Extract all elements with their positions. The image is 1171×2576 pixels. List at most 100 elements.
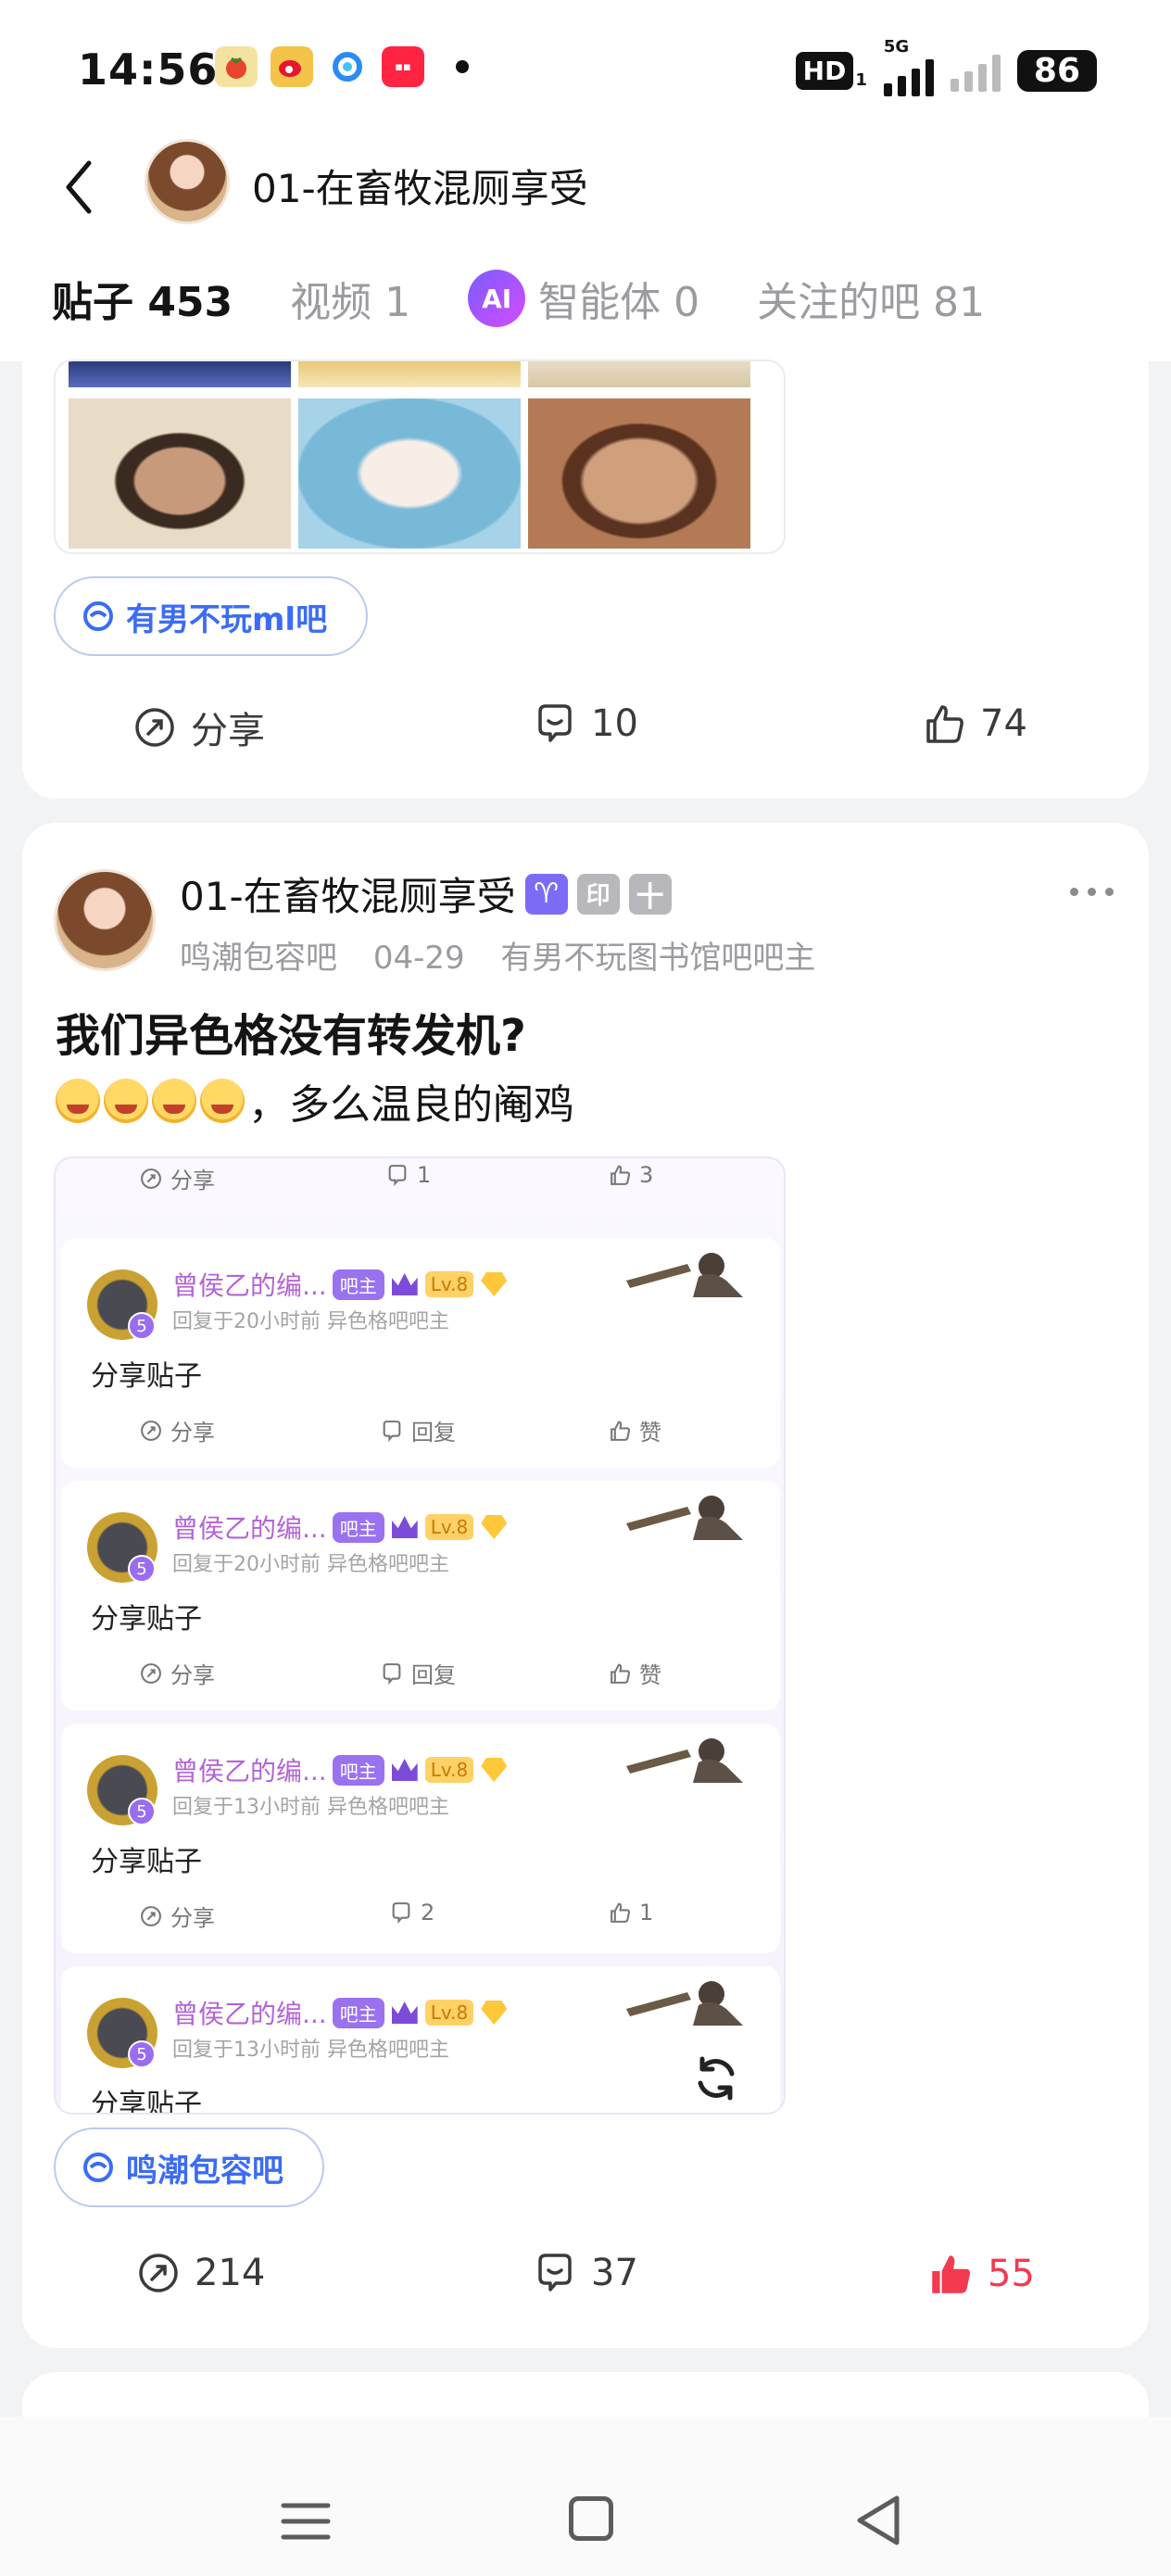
comment-button[interactable]: 10 bbox=[532, 701, 638, 747]
decoration-figure-icon bbox=[626, 1981, 743, 2026]
reply-text: 分享贴子 bbox=[91, 2089, 202, 2115]
post-actions: 214 37 55 bbox=[22, 2250, 1149, 2315]
tab-videos[interactable]: 视频 1 bbox=[290, 269, 410, 328]
share-icon bbox=[141, 1905, 161, 1926]
profile-header: 01-在畜牧混厕享受 贴子 453 视频 1 AI 智能体 0 关注的吧 81 bbox=[0, 139, 1171, 369]
mini-comment-count: 1 bbox=[417, 1162, 432, 1188]
post-card[interactable]: 01-在畜牧混厕享受 ♈ 印 十 鸣潮包容吧 04-29 有男不玩图书馆吧吧主 … bbox=[22, 823, 1149, 2348]
refresh-icon bbox=[698, 2056, 735, 2101]
reply-item: 5 曾侯乙的编... 吧主 Lv.8 回复于20小时前 异色格吧吧主 分享贴子 … bbox=[61, 1481, 780, 1711]
status-bar: 14:56 ▪▪ HD 1 5G 86 bbox=[0, 0, 1171, 139]
like-button[interactable]: 74 bbox=[921, 701, 1027, 747]
share-label: 分享 bbox=[191, 710, 265, 752]
post-meta: 鸣潮包容吧 04-29 有男不玩图书馆吧吧主 bbox=[180, 932, 841, 978]
mini-like-label: 赞 bbox=[639, 1420, 661, 1446]
share-button[interactable]: 214 bbox=[135, 2250, 265, 2296]
more-options-icon[interactable] bbox=[1070, 888, 1114, 896]
bar-master-tag: 吧主 bbox=[332, 1511, 384, 1543]
share-button[interactable]: 分享 bbox=[132, 701, 265, 754]
bar-tag-label: 有男不玩ml吧 bbox=[126, 600, 328, 638]
laughing-emoji-icon bbox=[56, 1079, 100, 1123]
tab-followed-bars[interactable]: 关注的吧 81 bbox=[757, 269, 985, 328]
reply-actions: 分享 回复 赞 bbox=[61, 1657, 784, 1694]
post-actions: 分享 10 74 bbox=[22, 701, 1149, 765]
bar-tag-button[interactable]: 鸣潮包容吧 bbox=[54, 2128, 324, 2207]
reply-author: 曾侯乙的编... 吧主 Lv.8 bbox=[172, 1994, 508, 2031]
reply-author-name: 曾侯乙的编... bbox=[172, 1756, 327, 1787]
reply-subtitle: 回复于20小时前 异色格吧吧主 bbox=[172, 1553, 449, 1576]
mini-share: 分享 bbox=[139, 1162, 215, 1194]
mini-comment: 2 bbox=[389, 1900, 434, 1926]
back-triangle-icon[interactable] bbox=[852, 2493, 904, 2548]
reply-item: 5 曾侯乙的编... 吧主 Lv.8 回复于13小时前 异色格吧吧主 分享贴子 … bbox=[61, 1724, 780, 1953]
bar-master-tag: 吧主 bbox=[332, 1754, 384, 1786]
tab-posts[interactable]: 贴子 453 bbox=[52, 269, 233, 369]
mini-share: 分享 bbox=[139, 1414, 215, 1446]
comment-icon bbox=[538, 704, 572, 742]
tab-videos-label: 视频 1 bbox=[290, 279, 411, 326]
reply-text: 分享贴子 bbox=[91, 1360, 202, 1393]
tab-agents[interactable]: AI 智能体 0 bbox=[468, 269, 699, 328]
comment-icon bbox=[383, 1662, 401, 1685]
browser-app-icon bbox=[326, 46, 369, 87]
comment-count: 10 bbox=[591, 702, 638, 745]
post-body-text: ，多么温良的阉鸡 bbox=[248, 1081, 574, 1129]
share-count: 214 bbox=[195, 2252, 266, 2294]
back-arrow-icon[interactable] bbox=[54, 146, 109, 221]
mini-like: 3 bbox=[608, 1162, 653, 1188]
reply-author-name: 曾侯乙的编... bbox=[172, 1513, 327, 1544]
decoration-figure-icon bbox=[626, 1253, 743, 1297]
mini-like: 赞 bbox=[608, 1414, 661, 1446]
crown-icon bbox=[391, 1759, 418, 1781]
bar-tag-button[interactable]: 有男不玩ml吧 bbox=[54, 576, 369, 656]
post-image[interactable] bbox=[298, 398, 521, 549]
mini-reply-label: 回复 bbox=[411, 1662, 456, 1688]
post-image[interactable] bbox=[528, 361, 750, 387]
decoration-figure-icon bbox=[626, 1738, 743, 1783]
like-button[interactable]: 55 bbox=[926, 2250, 1035, 2298]
author-row[interactable]: 01-在畜牧混厕享受 ♈ 印 十 bbox=[180, 865, 672, 922]
post-body[interactable]: ，多么温良的阉鸡 bbox=[56, 1071, 574, 1130]
status-right: HD 1 5G 86 bbox=[795, 37, 1097, 96]
comment-button[interactable]: 37 bbox=[532, 2250, 638, 2296]
comment-icon bbox=[383, 1420, 401, 1442]
signal-sim2-icon bbox=[950, 49, 1001, 92]
mini-share-label: 分享 bbox=[170, 1905, 215, 1931]
post-image-grid[interactable] bbox=[54, 360, 786, 554]
weibo-app-icon bbox=[271, 46, 313, 87]
mini-comment: 1 bbox=[385, 1162, 431, 1188]
gem-icon bbox=[481, 1758, 508, 1782]
reply-actions: 分享 2 1 bbox=[61, 1900, 784, 1937]
reply-text: 分享贴子 bbox=[91, 1603, 202, 1635]
bar-icon bbox=[83, 2153, 113, 2182]
author-avatar[interactable] bbox=[54, 869, 156, 971]
crown-icon bbox=[391, 1273, 418, 1295]
reply-subtitle: 回复于20小时前 异色格吧吧主 bbox=[172, 1310, 449, 1333]
system-nav-bar bbox=[0, 2417, 1171, 2576]
post-title[interactable]: 我们异色格没有转发机? bbox=[56, 999, 526, 1064]
comment-count: 37 bbox=[591, 2252, 638, 2294]
reply-subtitle: 回复于13小时前 异色格吧吧主 bbox=[172, 1796, 449, 1819]
reply-subtitle: 回复于13小时前 异色格吧吧主 bbox=[172, 2039, 449, 2062]
post-image[interactable] bbox=[69, 361, 291, 387]
mini-like-count: 3 bbox=[639, 1162, 654, 1188]
meta-date: 04-29 bbox=[372, 940, 465, 977]
reply-level-badge: 5 bbox=[128, 1555, 156, 1583]
page-title: 01-在畜牧混厕享受 bbox=[252, 166, 588, 211]
reply-author: 曾侯乙的编... 吧主 Lv.8 bbox=[172, 1751, 508, 1788]
avatar[interactable] bbox=[145, 139, 230, 224]
network-type: 5G bbox=[883, 37, 910, 57]
recent-apps-icon[interactable] bbox=[280, 2500, 332, 2543]
shared-screenshot-image[interactable]: 分享 1 3 5 曾侯乙的编... 吧主 Lv.8 回复于20小时前 异色格吧吧… bbox=[54, 1156, 786, 2115]
battery-icon: 86 bbox=[1016, 49, 1097, 92]
reply-author-name: 曾侯乙的编... bbox=[172, 1270, 327, 1301]
post-image[interactable] bbox=[69, 398, 291, 549]
comment-icon bbox=[388, 1165, 407, 1187]
thumbs-up-icon bbox=[611, 1165, 631, 1185]
bar-master-tag: 吧主 bbox=[332, 1997, 384, 2028]
gem-icon bbox=[481, 1515, 508, 1539]
post-image[interactable] bbox=[528, 398, 750, 549]
post-image[interactable] bbox=[298, 361, 521, 387]
home-icon[interactable] bbox=[569, 2496, 613, 2541]
thumbs-up-icon bbox=[611, 1663, 631, 1684]
